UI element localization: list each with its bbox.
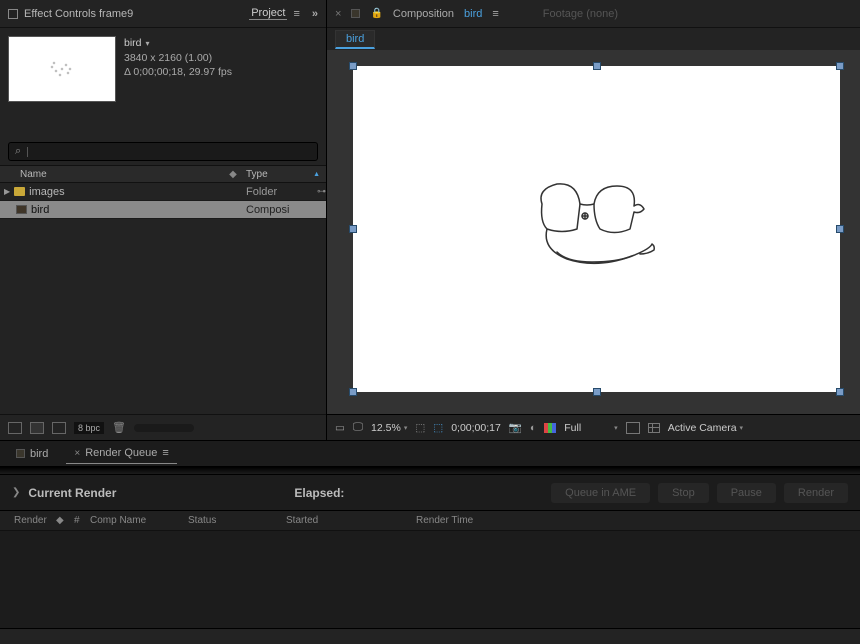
display-icon[interactable]: 🖵 [353,421,363,434]
stop-button[interactable]: Stop [658,483,709,503]
transform-handle[interactable] [349,62,357,70]
breadcrumb-chip[interactable]: bird [335,30,375,49]
col-label[interactable]: ◆ [50,515,68,526]
pause-button[interactable]: Pause [717,483,776,503]
asset-metadata: bird 3840 x 2160 (1.00) Δ 0;00;00;18, 29… [124,36,232,102]
canvas[interactable] [353,66,840,392]
transform-handle[interactable] [349,225,357,233]
chevron-right-icon[interactable]: » [312,8,318,20]
search-icon: ⌕ [15,145,21,158]
tab-render-queue[interactable]: × Render Queue ≡ [66,443,176,464]
disclosure-triangle-icon[interactable]: ❯ [12,487,20,498]
roi-icon[interactable]: ⬚ [433,422,443,434]
snapshot-icon[interactable]: 📷 [509,421,522,434]
transform-handle[interactable] [836,388,844,396]
new-folder-icon[interactable] [30,422,44,434]
render-queue-body[interactable] [0,531,860,628]
transparency-grid-icon[interactable] [626,422,640,434]
render-button[interactable]: Render [784,483,848,503]
comp-label-icon [351,9,360,18]
bird-drawing [522,174,672,284]
close-tab-icon[interactable]: × [74,448,80,459]
new-comp-icon[interactable] [52,422,66,434]
composition-panel: × 🔒 Composition bird ≡ Footage (none) bi… [327,0,860,440]
panel-menu-icon[interactable]: ≡ [293,8,299,20]
folder-icon [14,187,25,196]
project-item-type: Composi [246,204,289,216]
tab-label: bird [30,448,48,460]
disclosure-triangle-icon[interactable]: ▶ [4,187,10,196]
project-item-comp[interactable]: bird Composi [0,201,326,219]
grid-icon[interactable] [648,423,660,433]
project-tab[interactable]: Project [249,7,287,20]
project-item-type: Folder [246,186,277,198]
comp-label-icon [16,449,25,458]
composition-name[interactable]: bird [464,8,482,20]
transform-handle[interactable] [836,225,844,233]
composition-icon [16,205,27,214]
bpc-button[interactable]: 8 bpc [74,422,104,434]
effect-controls-tab[interactable]: Effect Controls frame9 [24,8,249,20]
elapsed-label: Elapsed: [294,486,344,500]
trash-icon[interactable]: 🗑 [112,421,126,434]
col-num[interactable]: # [68,515,84,526]
col-started[interactable]: Started [280,515,410,526]
transform-handle[interactable] [593,388,601,396]
resolution-icon[interactable]: ⬚ [415,422,425,434]
col-label[interactable]: ◆ [226,169,240,180]
tab-bird[interactable]: bird [8,444,56,464]
project-item-label: bird [31,204,49,216]
interpret-footage-icon[interactable] [8,422,22,434]
sort-asc-icon: ▲ [313,171,320,178]
project-item-folder[interactable]: ▶ images Folder ⊶ [0,183,326,201]
asset-name[interactable]: bird [124,36,232,51]
link-icon: ⊶ [317,186,326,197]
camera-dropdown[interactable]: Active Camera▾ [668,422,743,434]
project-columns-header: Name ◆ Type ▲ [0,165,326,183]
tab-label: Render Queue [85,447,157,459]
transform-handle[interactable] [836,62,844,70]
project-panel: Effect Controls frame9 Project ≡ » bird … [0,0,327,440]
composition-viewer[interactable] [327,50,860,414]
asset-dimensions: 3840 x 2160 (1.00) [124,51,232,65]
render-queue-columns: Render ◆ # Comp Name Status Started Rend… [0,511,860,531]
panel-menu-icon[interactable]: ≡ [492,8,498,20]
col-render[interactable]: Render [8,515,50,526]
col-comp-name[interactable]: Comp Name [84,515,182,526]
transform-handle[interactable] [593,62,601,70]
col-status[interactable]: Status [182,515,280,526]
asset-thumbnail[interactable] [8,36,116,102]
transform-handle[interactable] [349,388,357,396]
magnify-icon[interactable]: ▭ [335,422,345,434]
lock-icon[interactable]: 🔒 [370,8,382,19]
col-render-time[interactable]: Render Time [410,515,852,526]
footage-tab[interactable]: Footage (none) [543,8,618,20]
panel-footer [0,628,860,644]
zoom-dropdown[interactable]: 12.5%▾ [371,422,407,434]
col-type[interactable]: Type ▲ [240,169,326,180]
channel-icon[interactable]: ◐ [530,422,536,434]
queue-in-ame-button[interactable]: Queue in AME [551,483,650,503]
panel-menu-icon[interactable]: ≡ [162,447,168,459]
close-tab-icon[interactable]: × [335,8,341,20]
thumbnail-slider[interactable] [134,424,194,432]
timecode[interactable]: 0;00;00;17 [451,422,501,434]
effect-controls-icon [8,9,18,19]
timeline-panel: bird × Render Queue ≡ ❯ Current Render E… [0,440,860,644]
rgb-icon[interactable] [544,423,556,433]
current-render-label: Current Render [28,486,116,500]
asset-duration: Δ 0;00;00;18, 29.97 fps [124,65,232,79]
composition-label: Composition [393,8,454,20]
project-item-label: images [29,186,64,198]
col-name[interactable]: Name [0,169,226,180]
resolution-dropdown[interactable]: Full▾ [564,422,617,434]
search-input[interactable]: ⌕ [8,142,318,161]
